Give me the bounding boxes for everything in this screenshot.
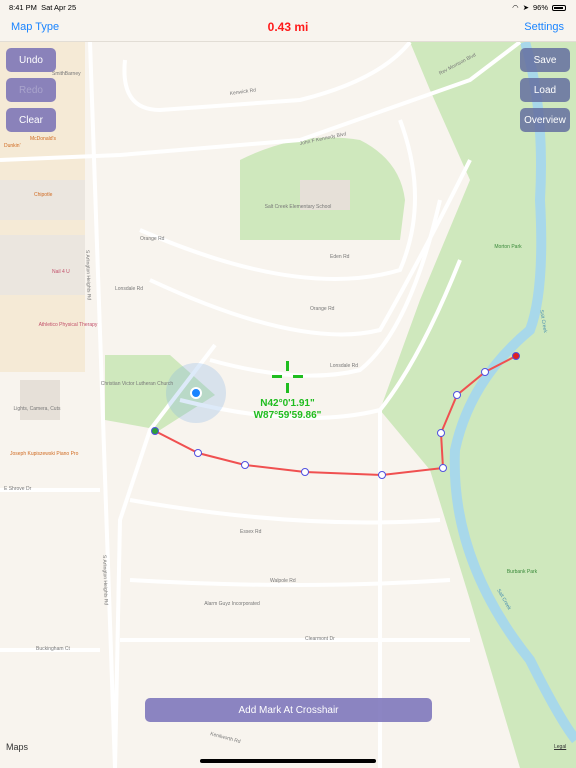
battery-icon [552, 4, 566, 11]
route-waypoint-marker[interactable] [481, 368, 489, 376]
load-button[interactable]: Load [520, 78, 570, 102]
label-church: Christian Victor Lutheran Church [101, 381, 174, 387]
label-alarm: Alarm Guyz Incorporated [204, 601, 260, 607]
wifi-icon: ◠ [512, 3, 519, 12]
label-chipotle: Chipotle [34, 192, 53, 198]
route-waypoint-marker[interactable] [453, 391, 461, 399]
route-waypoint-marker[interactable] [378, 471, 386, 479]
clear-button[interactable]: Clear [6, 108, 56, 132]
label-buckingham: Buckingham Ct [36, 646, 71, 652]
settings-button[interactable]: Settings [524, 21, 564, 33]
nav-bar: Map Type 0.43 mi Settings [0, 14, 576, 42]
redo-button[interactable]: Redo [6, 78, 56, 102]
label-lonsdale-2: Lonsdale Rd [115, 286, 143, 292]
add-mark-button[interactable]: Add Mark At Crosshair [145, 698, 432, 722]
label-athletico: Athletico Physical Therapy [39, 322, 98, 328]
label-morton: Morton Park [494, 244, 522, 250]
label-school: Salt Creek Elementary School [265, 204, 332, 210]
status-time-date: 8:41 PM Sat Apr 25 [9, 3, 76, 12]
label-burbank: Burbank Park [507, 569, 538, 575]
route-start-marker[interactable] [151, 427, 159, 435]
location-icon: ➤ [522, 3, 529, 12]
route-waypoint-marker[interactable] [194, 449, 202, 457]
label-lonsdale-1: Lonsdale Rd [330, 363, 358, 369]
status-bar: 8:41 PM Sat Apr 25 ◠ ➤ 96% [0, 0, 576, 14]
save-button[interactable]: Save [520, 48, 570, 72]
label-walpole: Walpole Rd [270, 578, 296, 584]
crosshair-coordinates: N42°0'1.91" W87°59'59.86" [230, 398, 345, 422]
label-shrove: E Shrove Dr [4, 486, 32, 492]
longitude: W87°59'59.86" [253, 410, 322, 421]
apple-maps-logo: Maps [6, 742, 29, 752]
undo-button[interactable]: Undo [6, 48, 56, 72]
route-waypoint-marker[interactable] [241, 461, 249, 469]
label-orange-1: Orange Rd [140, 236, 165, 242]
route-waypoint-marker[interactable] [439, 464, 447, 472]
label-essex: Essex Rd [240, 529, 262, 535]
latitude: N42°0'1.91" [260, 398, 315, 409]
status-right: ◠ ➤ 96% [512, 3, 566, 12]
label-orange-2: Orange Rd [310, 306, 335, 312]
time: 8:41 PM [9, 3, 37, 12]
label-dunkin: Dunkin' [4, 143, 21, 149]
label-smith: SmithBarney [52, 71, 81, 77]
label-clearmont: Clearmont Dr [305, 636, 335, 642]
current-location-dot [190, 387, 202, 399]
label-piano: Joseph Kupiszewski Piano Pro [10, 451, 79, 457]
label-lights: Lights, Camera, Cuts [14, 406, 61, 412]
overview-button[interactable]: Overview [520, 108, 570, 132]
route-end-marker[interactable] [512, 352, 520, 360]
date: Sat Apr 25 [41, 3, 77, 12]
legal-link[interactable]: Legal [554, 744, 566, 750]
route-waypoint-marker[interactable] [301, 468, 309, 476]
battery-percent: 96% [532, 3, 548, 12]
label-eden: Eden Rd [330, 254, 350, 260]
distance-title: 0.43 mi [267, 20, 309, 34]
home-indicator[interactable] [200, 759, 376, 763]
route-waypoint-marker[interactable] [437, 429, 445, 437]
label-mcd: McDonald's [30, 136, 56, 142]
label-nail: Nail 4 U [52, 269, 70, 275]
